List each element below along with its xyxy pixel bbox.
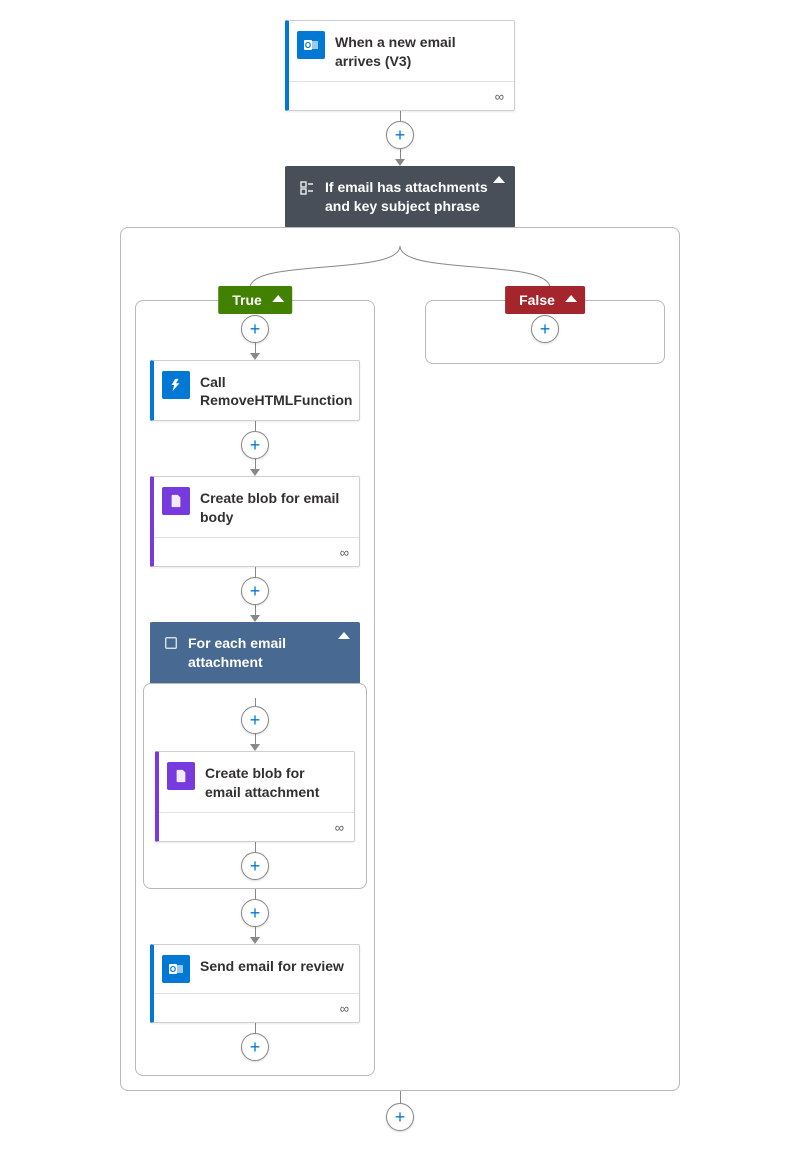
link-icon: ∞ — [340, 545, 349, 560]
trigger-title: When a new email arrives (V3) — [335, 31, 502, 71]
add-step-button[interactable]: + — [241, 706, 269, 734]
add-step-button[interactable]: + — [241, 852, 269, 880]
action-title: Create blob for email body — [200, 487, 347, 527]
svg-text:O: O — [305, 41, 311, 50]
condition-container: True + Call RemoveHTMLFunction + — [120, 227, 680, 1091]
add-step-button[interactable]: + — [241, 315, 269, 343]
add-step-button[interactable]: + — [241, 431, 269, 459]
outlook-icon: O — [297, 31, 325, 59]
true-label: True — [232, 292, 262, 308]
action-title: Send email for review — [200, 955, 344, 976]
false-label: False — [519, 292, 555, 308]
condition-title: If email has attachments and key subject… — [325, 178, 501, 216]
add-step-button[interactable]: + — [241, 1033, 269, 1061]
action-call-removehtml[interactable]: Call RemoveHTMLFunction — [150, 360, 360, 422]
action-title: Create blob for email attachment — [205, 762, 342, 802]
true-badge[interactable]: True — [218, 286, 292, 314]
function-icon — [162, 371, 190, 399]
link-icon: ∞ — [495, 89, 504, 104]
condition-header[interactable]: If email has attachments and key subject… — [285, 166, 515, 228]
loop-icon — [164, 636, 178, 653]
trigger-card[interactable]: O When a new email arrives (V3) ∞ — [285, 20, 515, 111]
blob-icon — [167, 762, 195, 790]
foreach-header[interactable]: For each email attachment — [150, 622, 360, 684]
chevron-up-icon — [493, 176, 505, 183]
add-step-button[interactable]: + — [241, 577, 269, 605]
add-step-button[interactable]: + — [241, 899, 269, 927]
add-step-button[interactable]: + — [531, 315, 559, 343]
foreach-title: For each email attachment — [188, 634, 346, 672]
action-create-blob-body[interactable]: Create blob for email body ∞ — [150, 476, 360, 567]
action-title: Call RemoveHTMLFunction — [200, 371, 352, 411]
connector: + — [386, 111, 414, 166]
false-branch-container: False + — [425, 300, 665, 364]
chevron-up-icon — [272, 295, 284, 302]
outlook-icon: O — [162, 955, 190, 983]
false-badge[interactable]: False — [505, 286, 585, 314]
branch-split — [135, 246, 665, 288]
condition-icon — [299, 180, 315, 199]
foreach-container: + Create blob for email attachment ∞ + — [143, 683, 367, 889]
add-step-button[interactable]: + — [386, 121, 414, 149]
add-step-button[interactable]: + — [386, 1103, 414, 1131]
chevron-up-icon — [565, 295, 577, 302]
link-icon: ∞ — [340, 1001, 349, 1016]
true-branch-container: True + Call RemoveHTMLFunction + — [135, 300, 375, 1076]
link-icon: ∞ — [335, 820, 344, 835]
svg-text:O: O — [170, 965, 176, 974]
action-create-blob-attachment[interactable]: Create blob for email attachment ∞ — [155, 751, 355, 842]
action-send-email[interactable]: O Send email for review ∞ — [150, 944, 360, 1023]
blob-icon — [162, 487, 190, 515]
chevron-up-icon — [338, 632, 350, 639]
